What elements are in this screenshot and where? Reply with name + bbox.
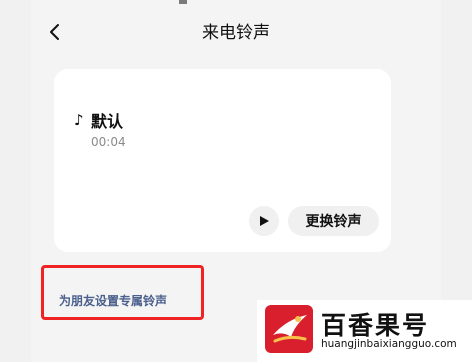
current-ringtone-card: ♪ 默认 00:04 更换铃声 [54, 69, 391, 252]
highlight-annotation-box [41, 265, 204, 320]
status-indicator [179, 0, 187, 4]
music-note-icon: ♪ [74, 111, 84, 129]
change-ringtone-button[interactable]: 更换铃声 [288, 206, 379, 236]
brand-logo-icon [265, 305, 313, 353]
watermark-brand: 百香果号 [321, 311, 430, 340]
play-button[interactable] [249, 206, 279, 236]
watermark-url: huangjinbaixiangguo.com [321, 338, 457, 350]
ringtone-duration: 00:04 [91, 135, 126, 149]
page-title: 来电铃声 [202, 23, 270, 43]
play-icon [260, 216, 269, 226]
ringtone-name: 默认 [91, 112, 124, 131]
